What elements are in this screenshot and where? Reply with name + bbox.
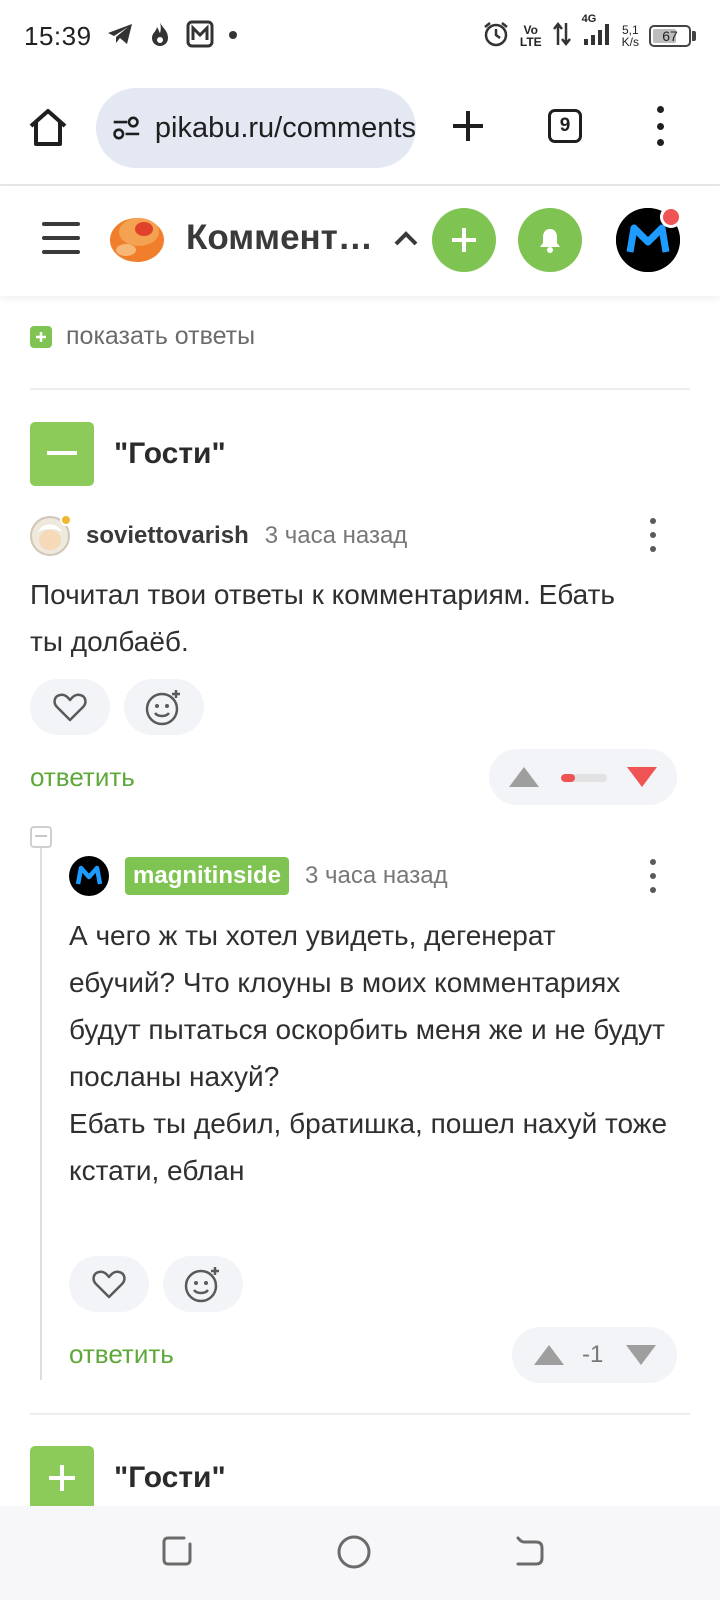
vote-box (489, 749, 677, 805)
browser-menu-button[interactable] (648, 106, 672, 146)
comments-content: показать ответы "Гости" soviettovarish 3… (0, 296, 720, 1506)
telegram-icon (106, 22, 134, 51)
comment-header: soviettovarish 3 часа назад (30, 514, 408, 556)
chevron-up-icon[interactable] (392, 226, 420, 250)
signal-indicator: 4G (582, 13, 612, 52)
recents-icon (162, 1536, 192, 1566)
home-icon (29, 109, 67, 146)
downvote-button[interactable] (625, 765, 659, 794)
group-title: "Гости" (114, 437, 226, 470)
vote-score: -1 (582, 1341, 604, 1368)
heart-icon (92, 1270, 126, 1299)
hamburger-menu-icon[interactable] (42, 222, 80, 254)
plus-icon (453, 111, 483, 141)
divider (30, 1413, 690, 1415)
comment-options-button[interactable] (648, 859, 658, 893)
pikabu-logo[interactable] (108, 210, 166, 264)
comment-time: 3 часа назад (305, 862, 448, 889)
heart-icon (53, 693, 87, 722)
show-replies-link[interactable]: показать ответы (30, 322, 255, 351)
data-transfer-icon (552, 21, 572, 52)
add-reaction-button[interactable] (163, 1256, 243, 1312)
dot-indicator-icon (228, 27, 238, 45)
emoji-add-icon (184, 1267, 219, 1303)
tab-switcher-button[interactable]: 9 (548, 109, 582, 143)
thread-line (40, 848, 42, 1380)
magnit-app-icon (186, 20, 214, 53)
battery-percent: 67 (662, 28, 678, 44)
add-post-button[interactable] (432, 208, 496, 272)
browser-toolbar: pikabu.ru/comments 9 (0, 80, 720, 184)
plus-square-icon (30, 325, 52, 348)
emoji-add-icon (145, 690, 180, 726)
bell-icon (540, 229, 560, 253)
flame-icon (148, 20, 172, 53)
vote-box: -1 (512, 1327, 677, 1383)
user-avatar[interactable] (616, 206, 682, 272)
collapse-thread-button[interactable] (30, 826, 52, 848)
plus-icon (49, 1465, 75, 1491)
arrow-down-icon (626, 1345, 656, 1365)
url-text: pikabu.ru/comments (154, 111, 416, 144)
comment-group-header: "Гости" (30, 1446, 226, 1506)
recents-button[interactable] (160, 1534, 194, 1573)
comment-text: Почитал твои ответы к комментариям. Ебат… (30, 579, 616, 657)
group-title: "Гости" (114, 1461, 226, 1494)
reply-link[interactable]: ответить (30, 762, 135, 793)
alarm-icon (482, 20, 510, 53)
minus-icon (47, 451, 77, 455)
notifications-button[interactable] (518, 208, 582, 272)
divider (30, 388, 690, 390)
comment-options-button[interactable] (648, 518, 658, 552)
commenter-avatar[interactable] (69, 856, 109, 896)
upvote-button[interactable] (532, 1343, 566, 1372)
like-button[interactable] (69, 1256, 149, 1312)
collapse-group-button[interactable] (30, 422, 94, 486)
add-reaction-button[interactable] (124, 679, 204, 735)
rating-bar (561, 774, 607, 782)
circle-home-icon (337, 1535, 371, 1569)
upvote-button[interactable] (507, 765, 541, 794)
site-settings-icon[interactable] (112, 113, 141, 143)
minus-icon (35, 835, 47, 837)
arrow-up-icon (509, 767, 539, 787)
comment-author[interactable]: soviettovarish (86, 522, 249, 550)
rating-bar-negative (561, 774, 575, 782)
comment-author[interactable]: magnitinside (125, 857, 290, 895)
plus-icon (452, 228, 476, 252)
home-nav-button[interactable] (336, 1534, 372, 1575)
downvote-button[interactable] (624, 1343, 658, 1372)
status-bar: 15:39 Vo LTE 4G 5,1 K/s 67 (0, 0, 720, 72)
comment-header: magnitinside 3 часа назад (69, 856, 448, 896)
back-icon (516, 1536, 544, 1566)
comment-time: 3 часа назад (264, 522, 408, 549)
show-replies-label: показать ответы (66, 322, 256, 350)
address-bar[interactable]: pikabu.ru/comments (96, 88, 416, 168)
status-time: 15:39 (24, 20, 92, 51)
network-speed: 5,1 K/s (621, 23, 639, 49)
notification-dot (660, 206, 682, 228)
site-header: Комментарии (0, 186, 720, 296)
page-title: Комментарии (186, 218, 378, 257)
home-button[interactable] (26, 106, 70, 150)
expand-group-button[interactable] (30, 1446, 94, 1506)
commenter-avatar[interactable] (30, 514, 72, 556)
reply-link[interactable]: ответить (69, 1339, 174, 1370)
comment-text: А чего ж ты хотел увидеть, дегенерат ебу… (69, 920, 668, 1186)
new-tab-button[interactable] (450, 108, 486, 144)
comment-group-header: "Гости" (30, 422, 226, 486)
back-button[interactable] (512, 1534, 546, 1573)
battery-indicator: 67 (649, 25, 696, 47)
arrow-up-icon (534, 1345, 564, 1365)
volte-indicator: Vo LTE (519, 23, 542, 49)
online-dot (60, 514, 72, 526)
arrow-down-icon (627, 767, 657, 787)
like-button[interactable] (30, 679, 110, 735)
system-navigation-bar (0, 1506, 720, 1600)
